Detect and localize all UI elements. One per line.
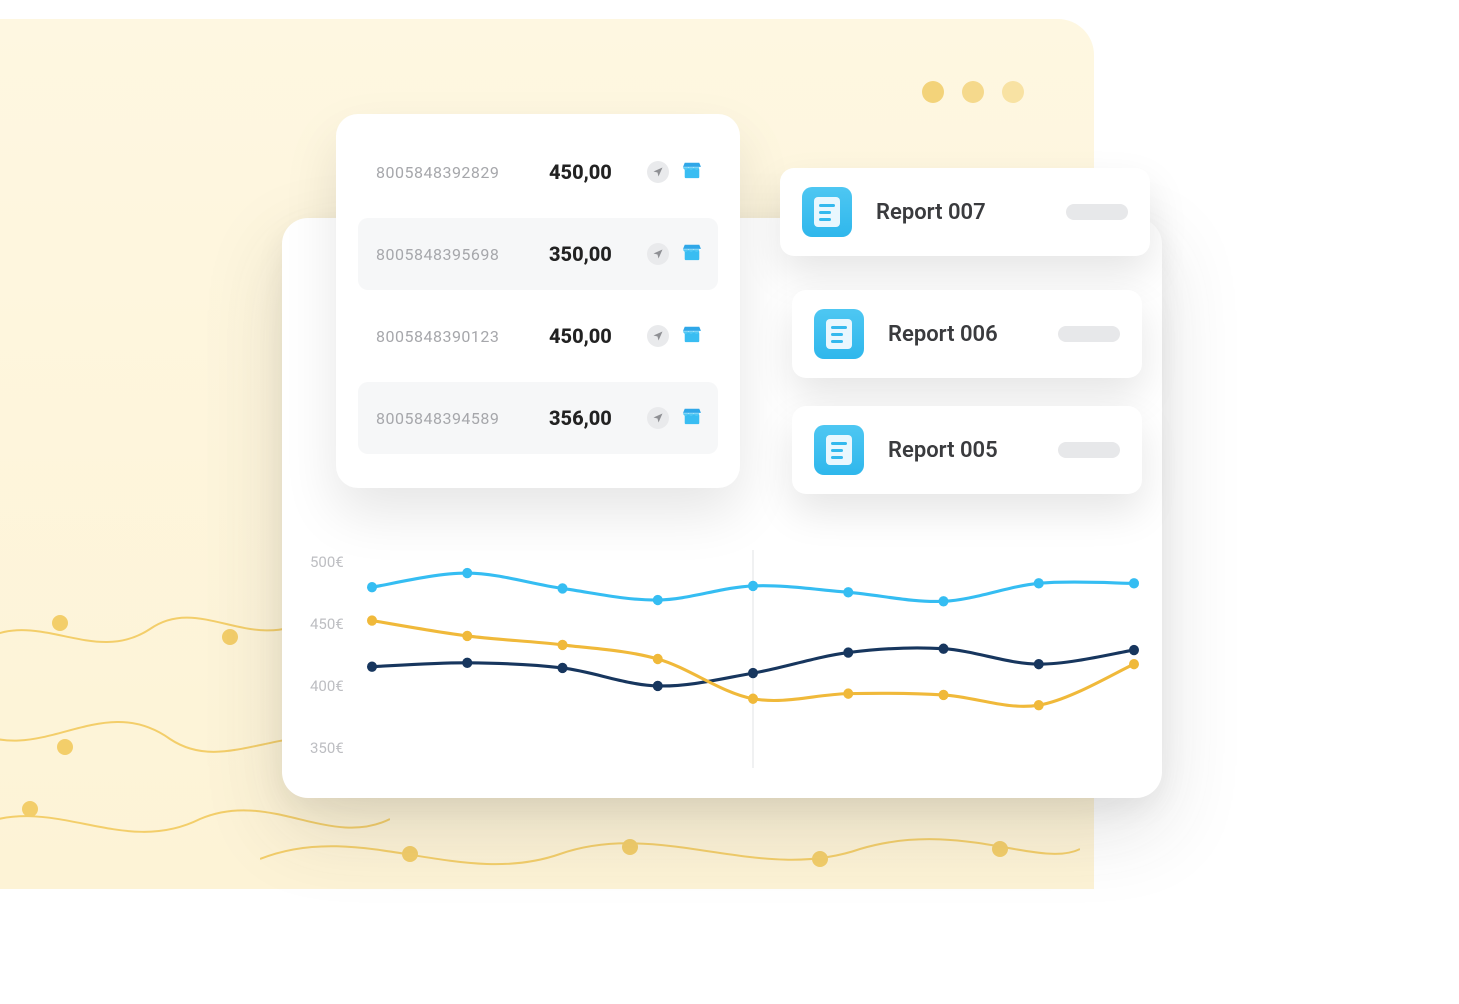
document-icon: [802, 187, 852, 237]
placeholder-pill: [1066, 204, 1128, 220]
transaction-row[interactable]: 8005848390123 450,00: [358, 300, 718, 372]
report-item[interactable]: Report 007: [780, 168, 1150, 256]
transaction-amount: 450,00: [549, 160, 629, 184]
chart-plot: [372, 550, 1134, 768]
transaction-amount: 350,00: [549, 242, 629, 266]
window-dots: [922, 81, 1024, 103]
transaction-amount: 356,00: [549, 406, 629, 430]
transaction-id: 8005848395698: [376, 245, 531, 264]
report-item[interactable]: Report 005: [792, 406, 1142, 494]
transaction-id: 8005848390123: [376, 327, 531, 346]
report-title: Report 006: [888, 322, 1034, 347]
transactions-card: 8005848392829450,008005848395698350,0080…: [336, 114, 740, 488]
window-dot: [922, 81, 944, 103]
location-arrow-icon[interactable]: [647, 161, 669, 183]
transaction-row[interactable]: 8005848395698 350,00: [358, 218, 718, 290]
report-title: Report 005: [888, 438, 1034, 463]
location-arrow-icon[interactable]: [647, 325, 669, 347]
y-axis-tick: 350€: [310, 739, 344, 757]
y-axis-tick: 400€: [310, 677, 344, 695]
store-icon[interactable]: [681, 160, 703, 184]
report-title: Report 007: [876, 200, 1042, 225]
transaction-id: 8005848394589: [376, 409, 531, 428]
placeholder-pill: [1058, 326, 1120, 342]
document-icon: [814, 425, 864, 475]
transaction-amount: 450,00: [549, 324, 629, 348]
y-axis-tick: 500€: [310, 553, 344, 571]
window-dot: [1002, 81, 1024, 103]
y-axis-tick: 450€: [310, 615, 344, 633]
transaction-row[interactable]: 8005848392829 450,00: [358, 136, 718, 208]
document-icon: [814, 309, 864, 359]
window-dot: [962, 81, 984, 103]
store-icon[interactable]: [681, 324, 703, 348]
placeholder-pill: [1058, 442, 1120, 458]
chart-area: 500€ 450€ 400€ 350€: [310, 550, 1134, 768]
transaction-id: 8005848392829: [376, 163, 531, 182]
store-icon[interactable]: [681, 242, 703, 266]
location-arrow-icon[interactable]: [647, 243, 669, 265]
store-icon[interactable]: [681, 406, 703, 430]
decorative-line-long: [260, 799, 1080, 909]
location-arrow-icon[interactable]: [647, 407, 669, 429]
report-item[interactable]: Report 006: [792, 290, 1142, 378]
transaction-row[interactable]: 8005848394589 356,00: [358, 382, 718, 454]
